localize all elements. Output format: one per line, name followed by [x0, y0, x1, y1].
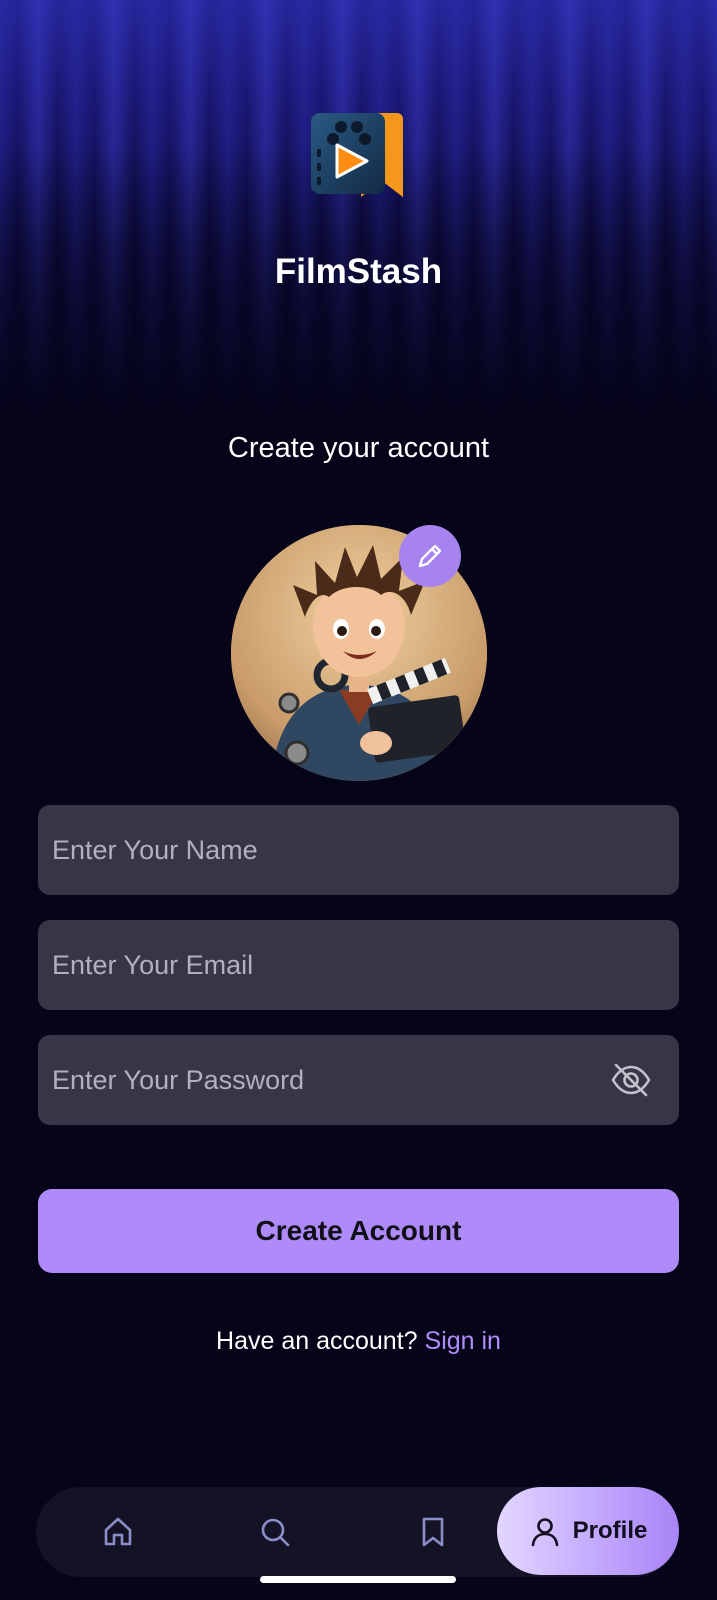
signin-link[interactable]: Sign in — [425, 1327, 501, 1355]
password-input[interactable] — [52, 1064, 612, 1096]
nav-search-button[interactable] — [240, 1487, 310, 1577]
home-indicator[interactable] — [260, 1576, 456, 1583]
nav-profile-button[interactable]: Profile — [497, 1487, 679, 1575]
nav-bookmark-button[interactable] — [398, 1487, 468, 1577]
search-icon — [261, 1518, 290, 1547]
name-input[interactable] — [52, 834, 612, 866]
edit-avatar-button[interactable] — [399, 525, 461, 587]
nav-home-button[interactable] — [83, 1487, 153, 1577]
signin-prompt: Have an account? — [216, 1327, 418, 1355]
signup-screen: FilmStash Create your account Enter Your… — [0, 0, 717, 1600]
nav-profile-label: Profile — [572, 1517, 648, 1544]
bottom-nav: Profile — [36, 1487, 679, 1577]
name-field[interactable] — [38, 805, 679, 895]
app-logo-icon — [311, 109, 407, 199]
password-field[interactable] — [38, 1035, 679, 1125]
eye-off-icon[interactable] — [609, 1058, 653, 1102]
curtain-background — [0, 0, 717, 420]
app-name: FilmStash — [274, 252, 443, 291]
create-account-button[interactable]: Create Account — [38, 1189, 679, 1273]
user-icon — [531, 1518, 558, 1547]
bookmark-icon — [422, 1517, 444, 1547]
home-icon — [104, 1517, 132, 1546]
email-input[interactable] — [52, 949, 612, 981]
page-title: Create your account — [227, 432, 490, 464]
signin-row: Have an account? Sign in — [0, 1327, 717, 1356]
email-field[interactable] — [38, 920, 679, 1010]
pencil-icon — [418, 544, 442, 568]
